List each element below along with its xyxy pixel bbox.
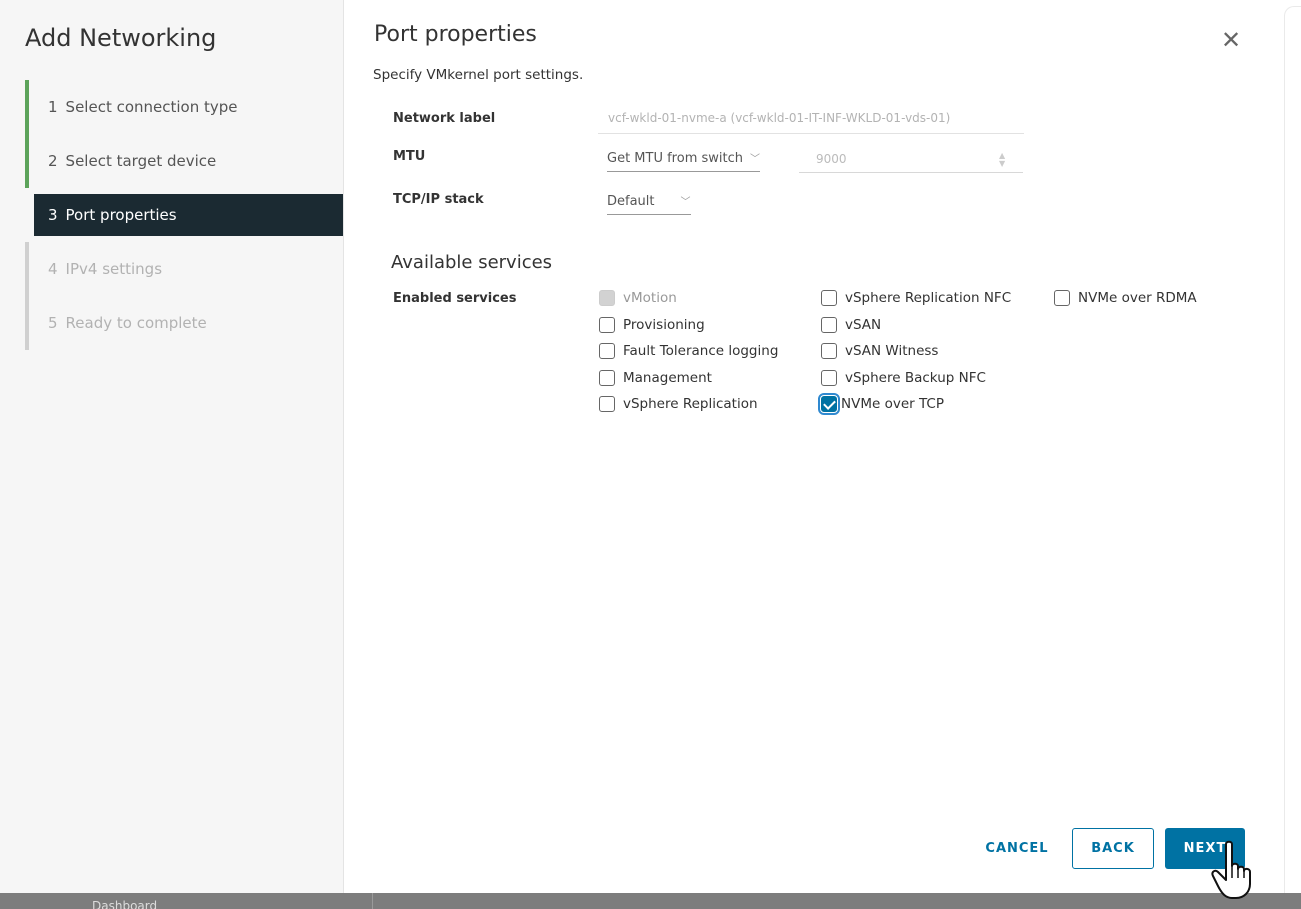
step-number: 3 [48, 206, 58, 224]
step-select-target-device[interactable]: 2 Select target device [25, 134, 343, 188]
step-ready-to-complete: 5 Ready to complete [25, 296, 343, 350]
stepper-icon: ▲ ▼ [999, 151, 1006, 168]
page-subtitle: Specify VMkernel port settings. [373, 67, 584, 83]
chevron-down-icon: ﹀ [750, 154, 760, 165]
available-services-heading: Available services [391, 252, 553, 273]
divider [372, 893, 373, 909]
mtu-value: 9000 [816, 152, 847, 166]
step-select-connection-type[interactable]: 1 Select connection type [25, 80, 343, 134]
service-nvme-over-rdma[interactable]: NVMe over RDMA [1054, 290, 1197, 306]
step-label: Port properties [65, 206, 177, 224]
checkbox-label: Management [623, 370, 712, 386]
service-vsan[interactable]: vSAN [821, 317, 881, 333]
checkbox[interactable] [599, 396, 615, 412]
checkbox-label: Fault Tolerance logging [623, 343, 779, 359]
service-vsphere-replication-nfc[interactable]: vSphere Replication NFC [821, 290, 1011, 306]
checkbox-label: NVMe over TCP [841, 396, 944, 412]
tcpip-stack-label: TCP/IP stack [393, 192, 484, 207]
enabled-services-label: Enabled services [393, 291, 517, 306]
checkbox-label: vSAN [845, 317, 882, 333]
mtu-select[interactable]: Get MTU from switch ﹀ [607, 150, 760, 172]
close-icon[interactable]: ✕ [1221, 28, 1241, 52]
service-vmotion: vMotion [599, 290, 677, 306]
service-provisioning[interactable]: Provisioning [599, 317, 705, 333]
tcpip-stack-select[interactable]: Default ﹀ [607, 193, 691, 215]
wizard-steps: 1 Select connection type 2 Select target… [25, 80, 343, 350]
checkbox[interactable] [599, 317, 615, 333]
checkbox[interactable] [821, 343, 837, 359]
checkbox-label: Provisioning [623, 317, 705, 333]
checkbox [599, 290, 615, 306]
checkbox-label: vSAN Witness [845, 343, 939, 359]
checkbox[interactable] [1054, 290, 1070, 306]
checkbox-checked[interactable] [818, 393, 840, 415]
step-label: Ready to complete [65, 314, 207, 332]
checkbox[interactable] [821, 370, 837, 386]
service-fault-tolerance-logging[interactable]: Fault Tolerance logging [599, 343, 778, 359]
checkbox[interactable] [599, 370, 615, 386]
service-vsan-witness[interactable]: vSAN Witness [821, 343, 938, 359]
step-rail [25, 296, 29, 350]
step-rail [25, 242, 29, 296]
checkbox[interactable] [821, 317, 837, 333]
network-label-underline [598, 133, 1024, 134]
mtu-select-value: Get MTU from switch [607, 151, 743, 166]
service-nvme-over-tcp[interactable]: NVMe over TCP [818, 393, 944, 415]
step-rail [25, 80, 29, 134]
step-label: Select connection type [65, 98, 238, 116]
step-number: 1 [48, 98, 58, 116]
step-number: 2 [48, 152, 58, 170]
mtu-label: MTU [393, 149, 426, 164]
chevron-down-icon: ﹀ [680, 197, 691, 208]
background-panel-edge [1284, 6, 1301, 893]
service-vsphere-backup-nfc[interactable]: vSphere Backup NFC [821, 370, 986, 386]
service-vsphere-replication[interactable]: vSphere Replication [599, 396, 758, 412]
back-button[interactable]: BACK [1072, 828, 1154, 869]
mtu-value-input: 9000 ▲ ▼ [799, 150, 1023, 173]
background-app-strip: Dashboard [0, 893, 1301, 909]
wizard-title: Add Networking [25, 24, 217, 52]
step-ipv4-settings: 4 IPv4 settings [25, 242, 343, 296]
cancel-button[interactable]: CANCEL [972, 828, 1062, 869]
checkbox-label: vSphere Replication [623, 396, 758, 412]
tcpip-stack-value: Default [607, 194, 655, 209]
step-number: 5 [48, 314, 58, 332]
step-label: IPv4 settings [65, 260, 163, 278]
wizard-sidebar: Add Networking 1 Select connection type … [0, 0, 344, 893]
checkbox[interactable] [599, 343, 615, 359]
wizard-content: Port properties ✕ Specify VMkernel port … [344, 0, 1284, 893]
page-title: Port properties [374, 22, 537, 47]
checkbox[interactable] [821, 290, 837, 306]
step-rail [25, 134, 29, 188]
checkbox-label: vSphere Backup NFC [845, 370, 986, 386]
background-nav-fragment: Dashboard [92, 899, 158, 909]
service-management[interactable]: Management [599, 370, 712, 386]
step-number: 4 [48, 260, 58, 278]
network-label-value: vcf-wkld-01-nvme-a (vcf-wkld-01-IT-INF-W… [608, 111, 951, 125]
checkbox-label: vMotion [623, 290, 677, 306]
step-label: Select target device [65, 152, 217, 170]
checkbox-label: vSphere Replication NFC [845, 290, 1012, 306]
checkbox-label: NVMe over RDMA [1078, 290, 1197, 306]
step-port-properties[interactable]: 3 Port properties [34, 194, 343, 236]
hand-cursor-icon [1211, 840, 1251, 899]
network-label-label: Network label [393, 111, 496, 126]
